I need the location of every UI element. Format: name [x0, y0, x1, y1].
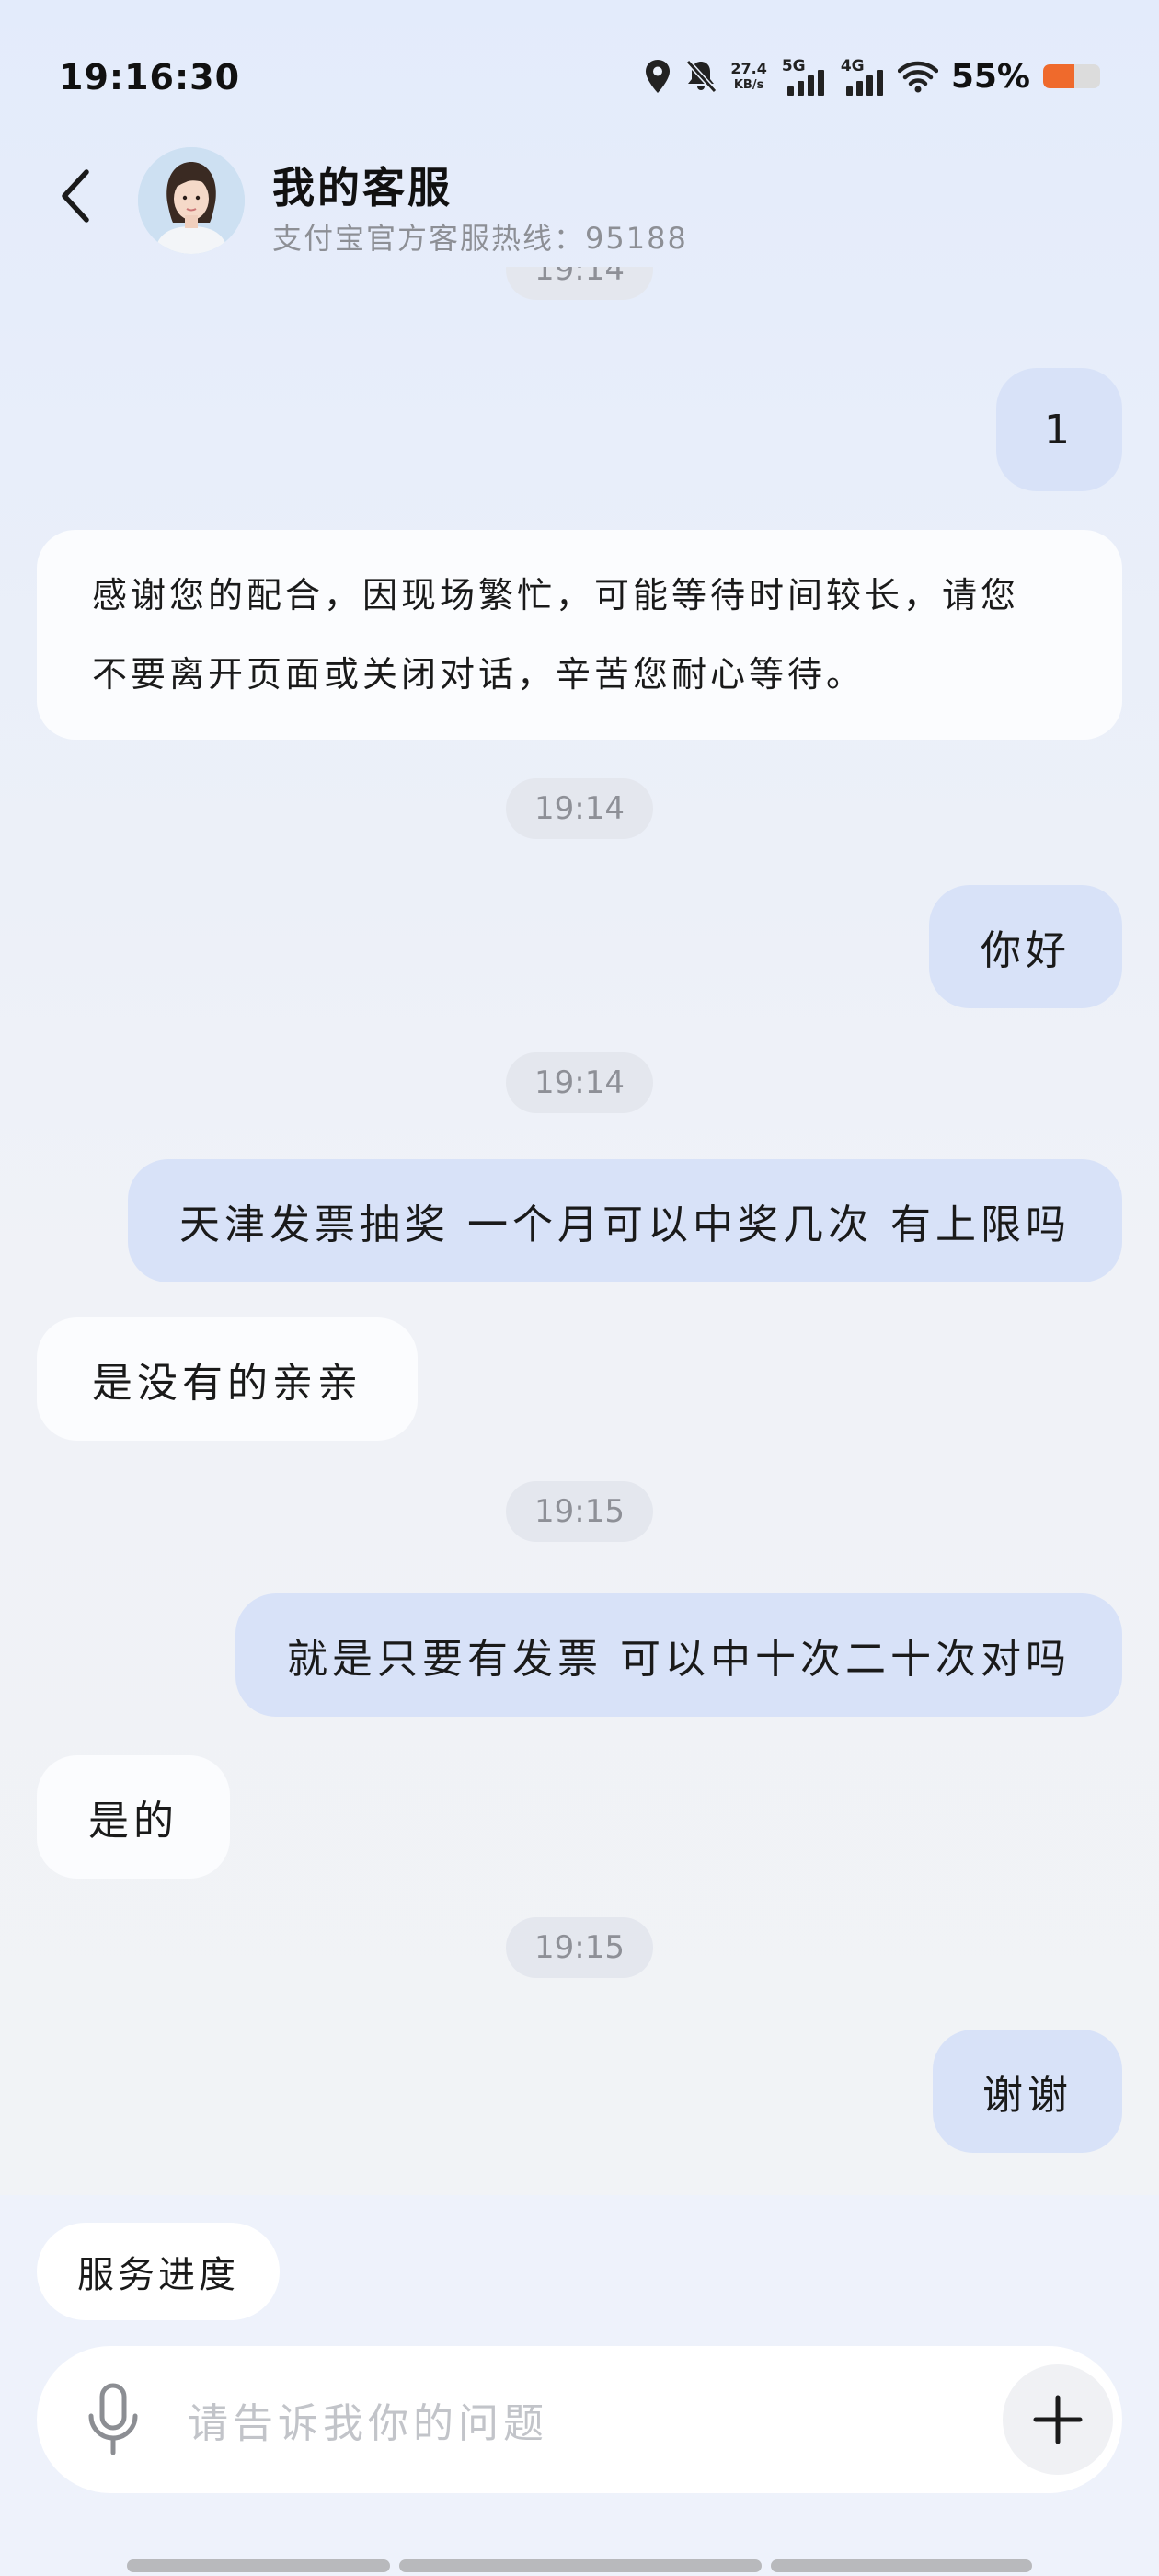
signal-icon: [786, 70, 824, 96]
nav-bar-segment: [771, 2559, 1032, 2572]
service-progress-button[interactable]: 服务进度: [37, 2223, 280, 2320]
battery-percent: 55%: [950, 57, 1030, 96]
plus-icon[interactable]: [1003, 2364, 1113, 2475]
net-speed: 27.4 KB/s: [730, 60, 767, 92]
status-time: 19:16:30: [59, 57, 241, 98]
agent-message[interactable]: 是的: [37, 1755, 230, 1879]
agent-message-line: 不要离开页面或关闭对话，辛苦您耐心等待。: [92, 654, 866, 695]
microphone-icon[interactable]: [81, 2379, 145, 2460]
message-timestamp: 19:15: [506, 1917, 653, 1978]
status-bar: 19:16:30 27.4 KB/s 5G 4G 55%: [0, 0, 1159, 156]
user-message[interactable]: 天津发票抽奖 一个月可以中奖几次 有上限吗: [128, 1159, 1122, 1282]
message-timestamp: 19:14: [506, 778, 653, 839]
user-message[interactable]: 你好: [929, 885, 1122, 1008]
nav-bar-segment: [399, 2559, 762, 2572]
message-input[interactable]: 请告诉我你的问题: [188, 2346, 548, 2493]
agent-message-line: 感谢您的配合，因现场繁忙，可能等待时间较长，请您: [92, 575, 1020, 615]
hotline-subtitle: 支付宝官方客服热线：95188: [272, 221, 688, 256]
battery-fill: [1043, 64, 1075, 88]
battery-icon: [1043, 64, 1100, 88]
message-timestamp: 19:14: [506, 267, 653, 300]
location-icon: [644, 59, 671, 94]
user-message[interactable]: 谢谢: [933, 2030, 1122, 2153]
status-icons: 27.4 KB/s 5G 4G 55%: [644, 53, 1100, 99]
message-timestamp: 19:15: [506, 1481, 653, 1542]
chat-header: 我的客服 支付宝官方客服热线：95188: [0, 138, 1159, 258]
message-timestamp: 19:14: [506, 1052, 653, 1113]
net-speed-unit: KB/s: [733, 78, 764, 92]
user-message[interactable]: 就是只要有发票 可以中十次二十次对吗: [235, 1593, 1122, 1717]
navigation-bar: [127, 2559, 1032, 2572]
signal-4g: 4G: [839, 57, 885, 96]
page-title: 我的客服: [272, 163, 453, 213]
agent-avatar[interactable]: [138, 147, 245, 254]
back-arrow-icon[interactable]: [52, 164, 99, 228]
agent-message[interactable]: 是没有的亲亲: [37, 1317, 418, 1441]
signal-5g: 5G: [780, 57, 826, 96]
bottom-panel: 服务进度 请告诉我你的问题: [0, 2195, 1159, 2576]
nav-bar-segment: [127, 2559, 390, 2572]
agent-message[interactable]: 感谢您的配合，因现场繁忙，可能等待时间较长，请您 不要离开页面或关闭对话，辛苦您…: [37, 530, 1122, 740]
bell-muted-icon: [684, 59, 717, 94]
user-message[interactable]: 1: [996, 368, 1122, 491]
signal-icon: [845, 70, 883, 96]
net-speed-value: 27.4: [730, 60, 767, 77]
message-input-bar[interactable]: 请告诉我你的问题: [37, 2346, 1122, 2493]
chat-message-list[interactable]: 19:14 1 感谢您的配合，因现场繁忙，可能等待时间较长，请您 不要离开页面或…: [0, 267, 1159, 2195]
wifi-icon: [897, 60, 938, 93]
